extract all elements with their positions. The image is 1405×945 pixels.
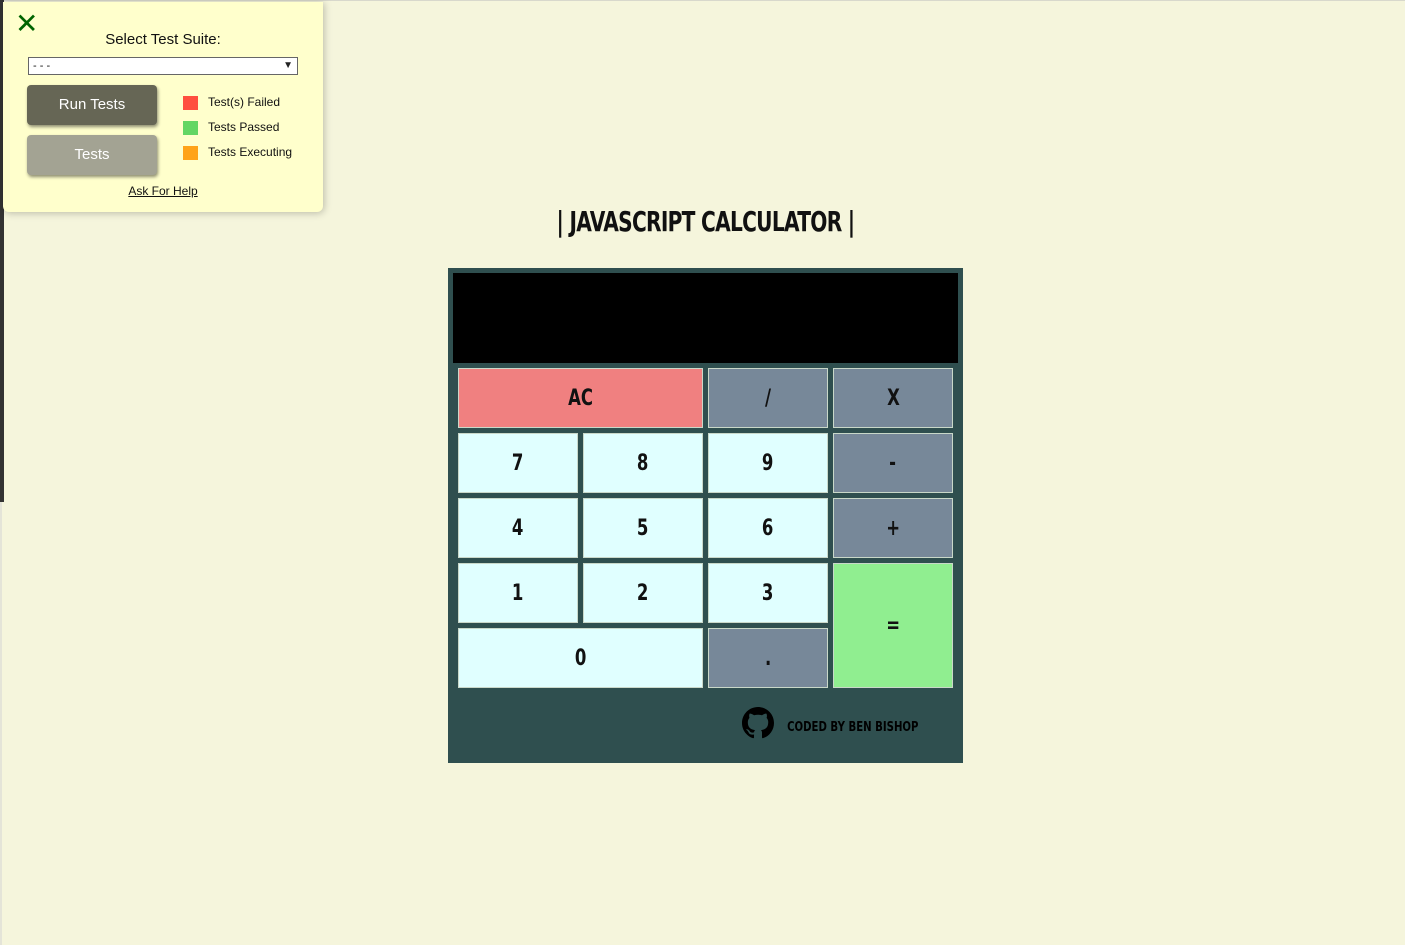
select-test-suite-label: Select Test Suite: bbox=[105, 31, 221, 48]
key-label: = bbox=[886, 613, 900, 638]
legend-label: Tests Passed bbox=[208, 120, 280, 134]
key-label: - bbox=[889, 450, 897, 476]
calculator: AC / X 7 8 9 - 4 5 6 + 1 2 3 = 0 . CODED… bbox=[448, 268, 963, 763]
key-label: / bbox=[764, 385, 772, 411]
key-label: X bbox=[886, 385, 900, 411]
decimal-button[interactable]: . bbox=[708, 628, 828, 688]
zero-button[interactable]: 0 bbox=[458, 628, 703, 688]
key-label: 0 bbox=[574, 645, 587, 671]
four-button[interactable]: 4 bbox=[458, 498, 578, 558]
seven-button[interactable]: 7 bbox=[458, 433, 578, 493]
key-label: AC bbox=[568, 385, 593, 411]
github-icon[interactable] bbox=[742, 707, 774, 739]
key-label: . bbox=[764, 645, 772, 671]
multiply-button[interactable]: X bbox=[833, 368, 953, 428]
equals-button[interactable]: = bbox=[833, 563, 953, 688]
six-button[interactable]: 6 bbox=[708, 498, 828, 558]
divide-button[interactable]: / bbox=[708, 368, 828, 428]
footer-credit-text: CODED BY BEN BISHOP bbox=[786, 720, 918, 735]
clear-button[interactable]: AC bbox=[458, 368, 703, 428]
executing-swatch bbox=[183, 146, 198, 160]
test-suite-panel: ✕ Select Test Suite: - - - ▼ Run Tests T… bbox=[3, 2, 323, 212]
chevron-down-icon: ▼ bbox=[283, 60, 293, 71]
key-label: 5 bbox=[637, 515, 649, 541]
key-label: 7 bbox=[512, 450, 524, 476]
three-button[interactable]: 3 bbox=[708, 563, 828, 623]
key-label: 8 bbox=[637, 450, 649, 476]
legend-label: Tests Executing bbox=[208, 145, 293, 159]
key-label: 9 bbox=[762, 450, 774, 476]
key-label: 6 bbox=[762, 515, 774, 541]
run-tests-button[interactable]: Run Tests bbox=[27, 85, 157, 125]
key-label: 3 bbox=[762, 580, 774, 606]
test-suite-select[interactable]: - - - ▼ bbox=[28, 57, 298, 75]
legend-label: Test(s) Failed bbox=[208, 95, 281, 109]
one-button[interactable]: 1 bbox=[458, 563, 578, 623]
key-label: 1 bbox=[512, 580, 524, 606]
tests-button[interactable]: Tests bbox=[27, 135, 157, 175]
frame-border bbox=[0, 0, 1405, 1]
passed-swatch bbox=[183, 121, 198, 135]
ask-for-help-link[interactable]: Ask For Help bbox=[3, 184, 323, 198]
nine-button[interactable]: 9 bbox=[708, 433, 828, 493]
test-suite-select-value: - - - bbox=[33, 60, 51, 72]
footer-credit: CODED BY BEN BISHOP bbox=[448, 720, 918, 735]
eight-button[interactable]: 8 bbox=[583, 433, 703, 493]
page-title: | JAVASCRIPT CALCULATOR | bbox=[556, 205, 856, 238]
key-label: 4 bbox=[512, 515, 524, 541]
two-button[interactable]: 2 bbox=[583, 563, 703, 623]
add-button[interactable]: + bbox=[833, 498, 953, 558]
subtract-button[interactable]: - bbox=[833, 433, 953, 493]
calculator-display bbox=[453, 273, 958, 363]
failed-swatch bbox=[183, 96, 198, 110]
five-button[interactable]: 5 bbox=[583, 498, 703, 558]
key-label: 2 bbox=[637, 580, 649, 606]
key-label: + bbox=[886, 515, 900, 541]
